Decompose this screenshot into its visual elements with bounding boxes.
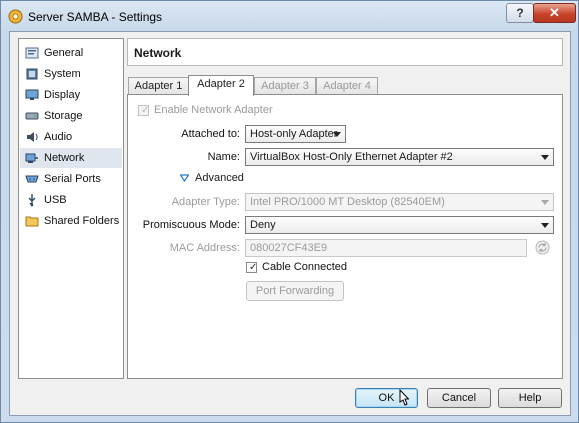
cable-connected-checkbox[interactable]: ✓ bbox=[246, 262, 257, 273]
enable-adapter-label: Enable Network Adapter bbox=[154, 104, 273, 116]
display-icon bbox=[25, 89, 39, 100]
port-forwarding-button: Port Forwarding bbox=[246, 281, 344, 301]
adapter-type-label: Adapter Type: bbox=[171, 196, 240, 208]
sidebar-item-general[interactable]: General bbox=[20, 43, 122, 63]
checkmark-icon: ✓ bbox=[141, 105, 150, 116]
sidebar-item-label: USB bbox=[44, 194, 67, 206]
checkmark-icon: ✓ bbox=[249, 262, 258, 273]
dialog-client-area: General System Display Storage Audio Net… bbox=[9, 31, 571, 416]
cancel-button[interactable]: Cancel bbox=[427, 388, 491, 408]
tab-adapter-1[interactable]: Adapter 1 bbox=[128, 77, 189, 95]
promiscuous-mode-select[interactable]: Deny bbox=[245, 216, 554, 234]
tab-adapter-2[interactable]: Adapter 2 bbox=[188, 75, 254, 96]
attached-to-label: Attached to: bbox=[181, 128, 240, 140]
help-button[interactable]: Help bbox=[498, 388, 562, 408]
sidebar-item-label: System bbox=[44, 68, 81, 80]
title-bar[interactable]: Server SAMBA - Settings ? ✕ bbox=[1, 1, 578, 31]
sidebar-item-system[interactable]: System bbox=[20, 64, 122, 84]
name-value: VirtualBox Host-Only Ethernet Adapter #2 bbox=[250, 151, 453, 163]
chevron-down-icon bbox=[541, 200, 549, 205]
mac-address-label: MAC Address: bbox=[169, 242, 240, 254]
network-icon bbox=[25, 153, 38, 163]
usb-icon bbox=[28, 194, 36, 207]
sidebar-item-label: Shared Folders bbox=[44, 215, 120, 227]
chevron-down-icon bbox=[541, 223, 549, 228]
chevron-down-icon bbox=[541, 155, 549, 160]
page-title: Network bbox=[134, 46, 182, 60]
name-label: Name: bbox=[207, 151, 240, 163]
storage-icon bbox=[25, 112, 39, 120]
adapter-tab-panel: ✓ Enable Network Adapter Attached to: Ho… bbox=[127, 94, 563, 379]
audio-icon bbox=[27, 132, 38, 142]
sidebar-item-audio[interactable]: Audio bbox=[20, 127, 122, 147]
settings-window: Server SAMBA - Settings ? ✕ General Syst… bbox=[0, 0, 579, 423]
sidebar-item-label: Audio bbox=[44, 131, 73, 143]
sidebar-item-display[interactable]: Display bbox=[20, 85, 122, 105]
mac-address-value: 080027CF43E9 bbox=[250, 242, 328, 254]
tab-adapter-3: Adapter 3 bbox=[254, 77, 316, 95]
sidebar-item-storage[interactable]: Storage bbox=[20, 106, 122, 126]
sidebar-item-label: Serial Ports bbox=[44, 173, 101, 185]
attached-to-value: Host-only Adapter bbox=[250, 128, 338, 140]
sidebar-item-serial-ports[interactable]: Serial Ports bbox=[20, 169, 122, 189]
tab-adapter-4: Adapter 4 bbox=[316, 77, 378, 95]
general-icon bbox=[25, 47, 39, 59]
close-button[interactable]: ✕ bbox=[533, 3, 576, 23]
serial-ports-icon bbox=[25, 175, 39, 183]
adapter-type-value: Intel PRO/1000 MT Desktop (82540EM) bbox=[250, 196, 445, 208]
virtualbox-app-icon bbox=[8, 9, 23, 24]
name-select[interactable]: VirtualBox Host-Only Ethernet Adapter #2 bbox=[245, 148, 554, 166]
sidebar-item-label: Display bbox=[44, 89, 81, 101]
cable-connected-label: Cable Connected bbox=[262, 261, 348, 273]
mouse-pointer-icon bbox=[399, 389, 409, 406]
system-icon bbox=[26, 68, 38, 80]
chevron-down-icon bbox=[333, 132, 341, 137]
sidebar-item-shared-folders[interactable]: Shared Folders bbox=[20, 211, 122, 231]
settings-sidebar: General System Display Storage Audio Net… bbox=[18, 38, 124, 379]
title-help-button[interactable]: ? bbox=[506, 3, 534, 23]
window-title: Server SAMBA - Settings bbox=[28, 10, 163, 24]
sidebar-item-label: Network bbox=[44, 152, 85, 164]
mac-address-field: 080027CF43E9 bbox=[245, 239, 527, 257]
attached-to-select[interactable]: Host-only Adapter bbox=[245, 125, 346, 143]
promiscuous-mode-label: Promiscuous Mode: bbox=[142, 219, 240, 231]
advanced-label: Advanced bbox=[195, 172, 244, 184]
triangle-down-icon bbox=[180, 174, 189, 182]
sidebar-item-label: Storage bbox=[44, 110, 83, 122]
sidebar-item-usb[interactable]: USB bbox=[20, 190, 122, 210]
sidebar-item-network[interactable]: Network bbox=[20, 148, 122, 168]
enable-adapter-checkbox: ✓ bbox=[138, 105, 149, 116]
sidebar-item-label: General bbox=[44, 47, 84, 59]
page-header: Network bbox=[127, 38, 563, 66]
adapter-type-select: Intel PRO/1000 MT Desktop (82540EM) bbox=[245, 193, 554, 211]
advanced-toggle[interactable]: Advanced bbox=[180, 172, 250, 186]
shared-folders-icon bbox=[25, 216, 39, 227]
promiscuous-mode-value: Deny bbox=[250, 219, 276, 231]
refresh-mac-icon bbox=[535, 240, 550, 255]
